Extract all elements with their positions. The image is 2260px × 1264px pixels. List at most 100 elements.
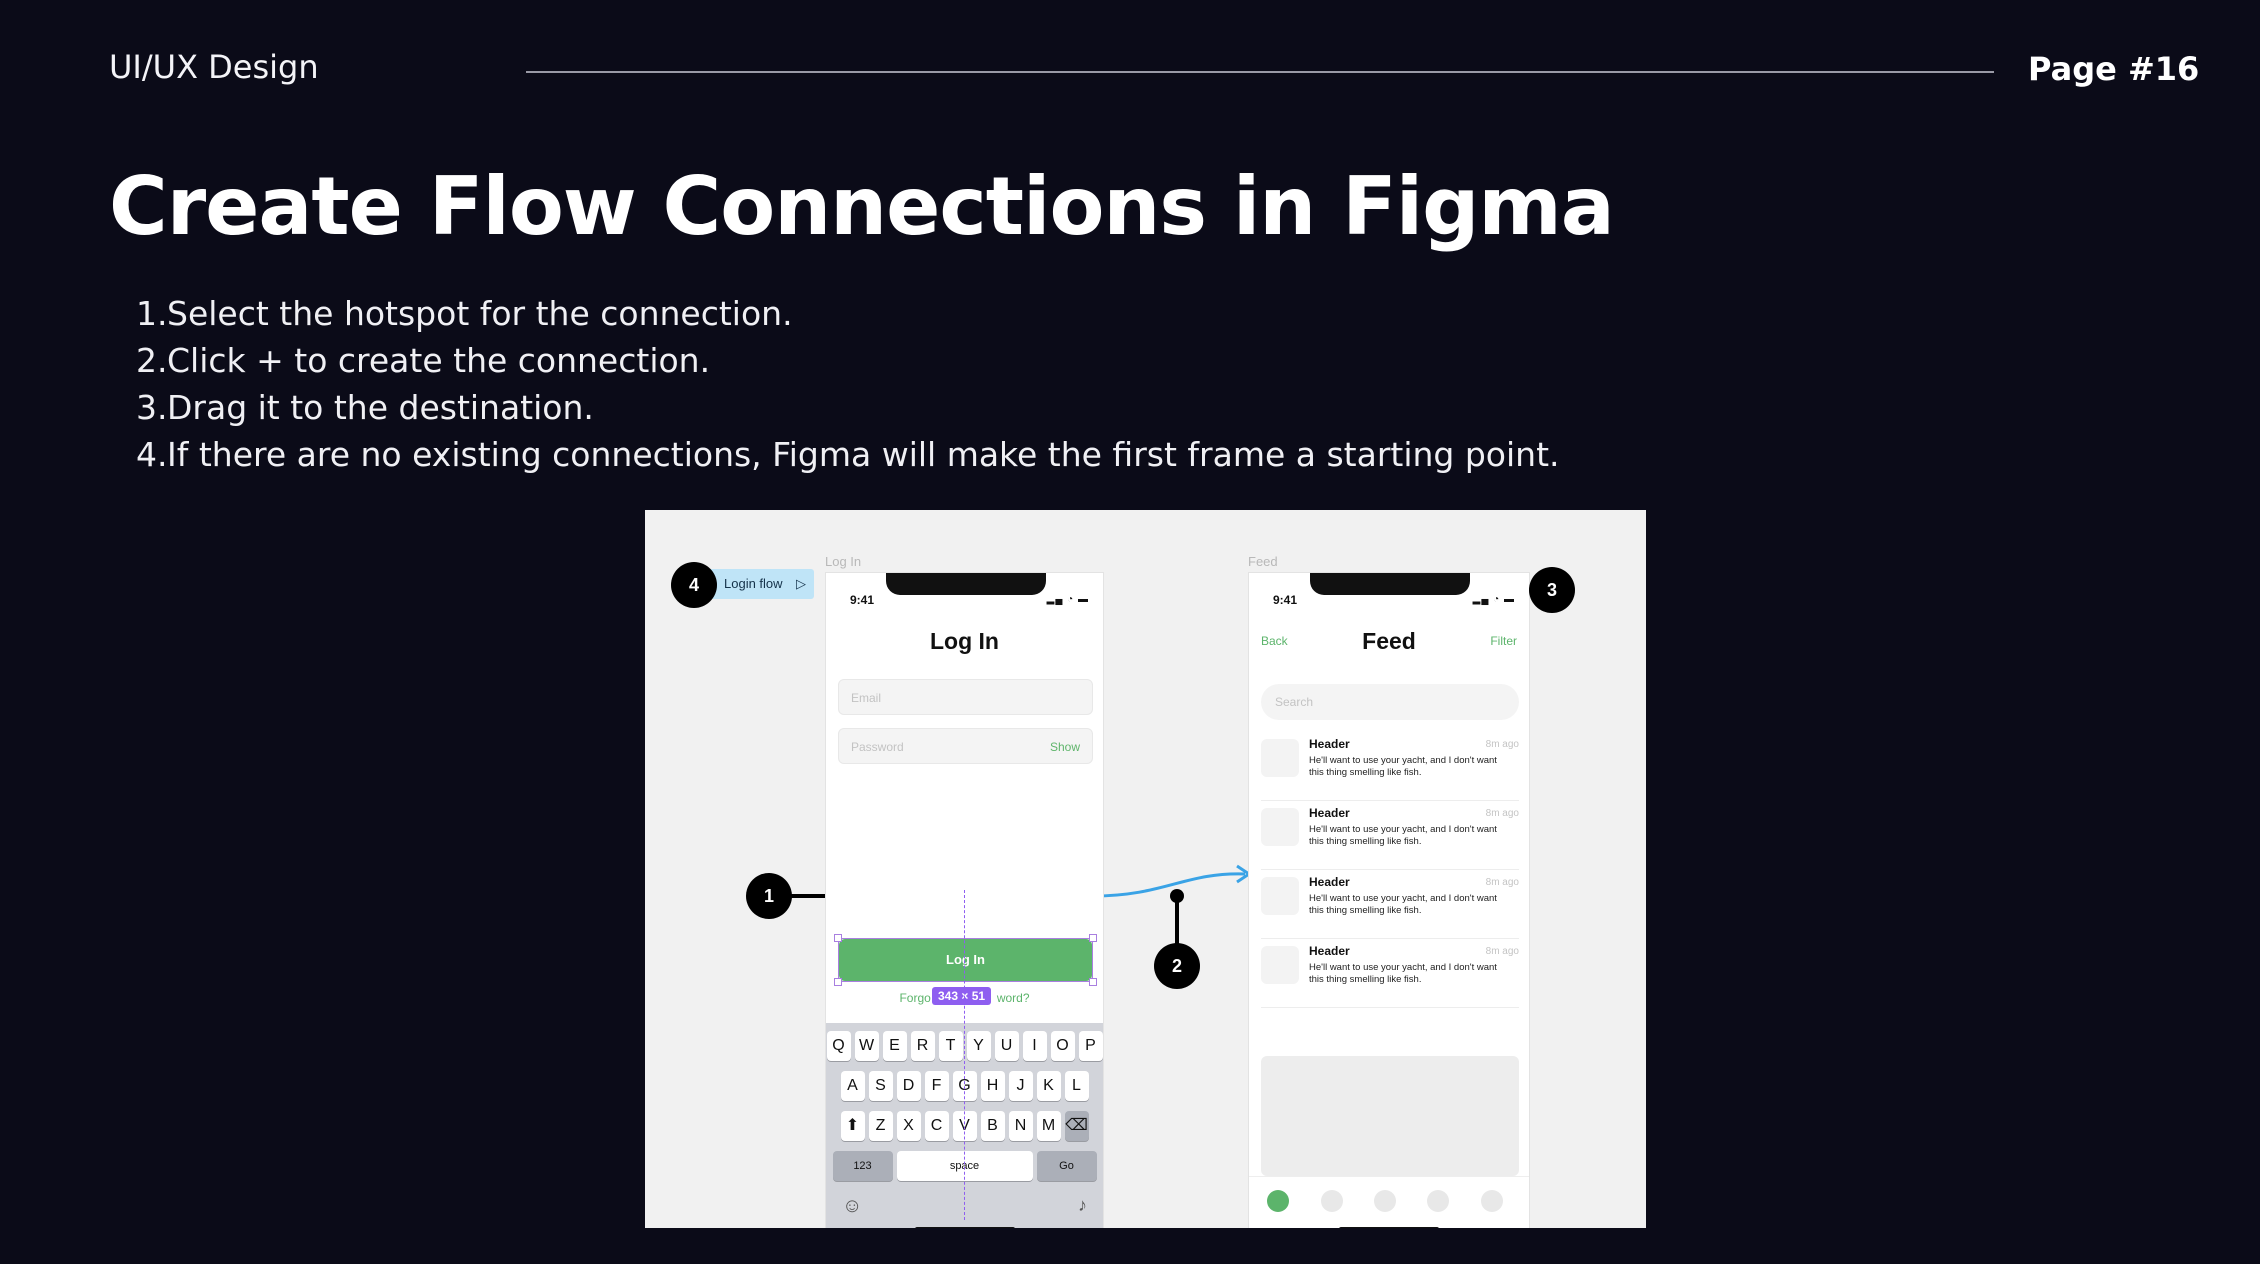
key[interactable]: O <box>1050 1031 1075 1061</box>
key[interactable]: X <box>896 1111 921 1141</box>
step-number: 4. <box>136 435 168 474</box>
status-time: 9:41 <box>850 593 875 607</box>
resize-handle[interactable] <box>1089 978 1097 986</box>
key[interactable]: M <box>1036 1111 1061 1141</box>
key[interactable]: T <box>938 1031 963 1061</box>
key[interactable]: K <box>1036 1071 1061 1101</box>
key-go[interactable]: Go <box>1036 1151 1097 1181</box>
backspace-key-icon[interactable]: ⌫ <box>1064 1111 1089 1141</box>
item-thumbnail <box>1261 739 1299 777</box>
page-number: Page #16 <box>2028 50 2200 88</box>
feed-list-item[interactable]: Header 8m ago He'll want to use your yac… <box>1261 940 1519 1008</box>
search-input[interactable]: Search <box>1261 684 1519 720</box>
home-indicator <box>915 1227 1015 1228</box>
tab-dot[interactable] <box>1321 1190 1343 1212</box>
forgot-left-text: Forgo <box>899 991 931 1005</box>
item-thumbnail <box>1261 946 1299 984</box>
figma-flow-illustration: Log In 9:41 ▂▄ ◔ ▬ Log In Email Password… <box>645 510 1646 1228</box>
status-icons: ▂▄ ◔ ▬ <box>1046 594 1089 605</box>
flow-label: Login flow <box>724 576 783 591</box>
key[interactable]: D <box>896 1071 921 1101</box>
steps-list: 1.Select the hotspot for the connection.… <box>136 290 1560 478</box>
key[interactable]: S <box>868 1071 893 1101</box>
item-time: 8m ago <box>1485 877 1519 888</box>
header-divider <box>526 71 1994 73</box>
key[interactable]: Z <box>868 1111 893 1141</box>
step-number: 2. <box>136 341 168 380</box>
course-label: UI/UX Design <box>109 48 319 86</box>
filter-link[interactable]: Filter <box>1490 634 1517 648</box>
step-number: 3. <box>136 388 168 427</box>
key[interactable]: Q <box>826 1031 851 1061</box>
key[interactable]: B <box>980 1111 1005 1141</box>
item-header: Header <box>1309 737 1350 751</box>
item-body: He'll want to use your yacht, and I don'… <box>1309 962 1497 985</box>
step-number: 1. <box>136 294 168 333</box>
play-icon[interactable]: ▷ <box>796 569 806 599</box>
key[interactable]: L <box>1064 1071 1089 1101</box>
key[interactable]: N <box>1008 1111 1033 1141</box>
key[interactable]: F <box>924 1071 949 1101</box>
feed-list-item[interactable]: Header 8m ago He'll want to use your yac… <box>1261 802 1519 870</box>
step-badge-4: 4 <box>671 562 717 608</box>
step-item: 1.Select the hotspot for the connection. <box>136 290 1560 337</box>
item-header: Header <box>1309 875 1350 889</box>
step-badge-1: 1 <box>746 873 792 919</box>
key[interactable]: A <box>840 1071 865 1101</box>
key[interactable]: E <box>882 1031 907 1061</box>
feed-list-item[interactable]: Header 8m ago He'll want to use your yac… <box>1261 733 1519 801</box>
password-placeholder: Password <box>851 740 904 754</box>
phone-notch <box>1310 573 1470 595</box>
status-icons: ▂▄ ◔ ▬ <box>1472 594 1515 605</box>
tab-dot-active[interactable] <box>1267 1190 1289 1212</box>
feed-list-item[interactable]: Header 8m ago He'll want to use your yac… <box>1261 871 1519 939</box>
key[interactable]: J <box>1008 1071 1033 1101</box>
tab-dot[interactable] <box>1481 1190 1503 1212</box>
key[interactable]: H <box>980 1071 1005 1101</box>
key[interactable]: W <box>854 1031 879 1061</box>
key[interactable]: P <box>1078 1031 1103 1061</box>
frame-label-feed: Feed <box>1248 554 1278 569</box>
shift-key-icon[interactable]: ⬆ <box>840 1111 865 1141</box>
microphone-icon[interactable]: ♪ <box>1078 1195 1087 1216</box>
resize-handle[interactable] <box>834 978 842 986</box>
step-item: 2.Click + to create the connection. <box>136 337 1560 384</box>
item-time: 8m ago <box>1485 808 1519 819</box>
step-badge-3: 3 <box>1529 567 1575 613</box>
item-body: He'll want to use your yacht, and I don'… <box>1309 824 1497 847</box>
item-time: 8m ago <box>1485 946 1519 957</box>
step-item: 3.Drag it to the destination. <box>136 384 1560 431</box>
key[interactable]: Y <box>966 1031 991 1061</box>
slide-header: UI/UX Design Page #16 <box>0 0 2260 140</box>
key[interactable]: I <box>1022 1031 1047 1061</box>
item-header: Header <box>1309 944 1350 958</box>
step-text: If there are no existing connections, Fi… <box>167 435 1560 474</box>
flow-starting-point[interactable]: Login flow ▷ <box>709 569 814 599</box>
email-placeholder: Email <box>851 691 882 705</box>
password-field[interactable]: Password Show <box>838 728 1093 764</box>
show-password-link[interactable]: Show <box>1050 740 1080 754</box>
item-body: He'll want to use your yacht, and I don'… <box>1309 893 1497 916</box>
key[interactable]: C <box>924 1111 949 1141</box>
home-indicator <box>1339 1227 1439 1228</box>
login-title: Log In <box>930 628 999 654</box>
tab-dot[interactable] <box>1427 1190 1449 1212</box>
key[interactable]: R <box>910 1031 935 1061</box>
emoji-icon[interactable]: ☺ <box>842 1195 862 1218</box>
tab-dot[interactable] <box>1374 1190 1396 1212</box>
tab-bar <box>1249 1176 1529 1228</box>
step-text: Select the hotspot for the connection. <box>167 294 793 333</box>
key-123[interactable]: 123 <box>832 1151 893 1181</box>
feed-phone-frame[interactable]: 9:41 ▂▄ ◔ ▬ Back Feed Filter Search Head… <box>1248 572 1530 1228</box>
feed-title: Feed <box>1362 628 1416 654</box>
alignment-guide <box>964 890 965 1220</box>
status-time: 9:41 <box>1273 593 1298 607</box>
resize-handle[interactable] <box>1089 934 1097 942</box>
frame-label-login: Log In <box>825 554 862 569</box>
resize-handle[interactable] <box>834 934 842 942</box>
item-header: Header <box>1309 806 1350 820</box>
step-text: Drag it to the destination. <box>167 388 594 427</box>
key[interactable]: U <box>994 1031 1019 1061</box>
login-button[interactable]: Log In <box>839 939 1092 981</box>
email-field[interactable]: Email <box>838 679 1093 715</box>
